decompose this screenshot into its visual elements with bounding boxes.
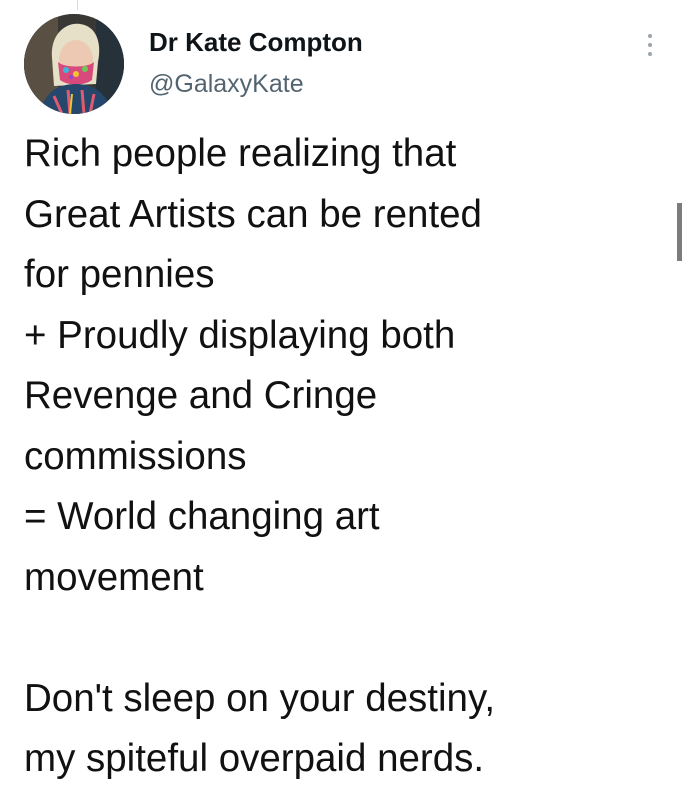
- tweet-author: Dr Kate Compton @GalaxyKate: [149, 26, 363, 99]
- author-display-name[interactable]: Dr Kate Compton: [149, 26, 363, 58]
- scroll-indicator[interactable]: [677, 203, 682, 261]
- more-options-icon: [648, 52, 652, 56]
- tweet-text-line: my spiteful overpaid nerds.: [24, 737, 485, 780]
- profile-photo-avatar: [24, 14, 124, 114]
- more-options-button[interactable]: [640, 30, 660, 60]
- tweet-text-line: Don't sleep on your destiny,: [24, 676, 496, 720]
- tweet-text-line: Revenge and Cringe: [24, 374, 378, 417]
- tweet-text-line: for pennies: [24, 253, 215, 296]
- tweet-text-line: Great Artists can be rented: [24, 192, 482, 236]
- tweet-text-blank-line: [24, 608, 654, 669]
- tweet: Dr Kate Compton @GalaxyKate Rich people …: [0, 0, 686, 800]
- tweet-text-line: movement: [24, 555, 204, 599]
- author-avatar[interactable]: [24, 14, 124, 114]
- more-options-icon: [648, 43, 652, 47]
- tweet-text-line: = World changing art: [24, 495, 380, 538]
- more-options-icon: [648, 34, 652, 38]
- thread-connector-line: [77, 0, 78, 10]
- tweet-text: Rich people realizing that Great Artists…: [24, 124, 654, 790]
- author-handle[interactable]: @GalaxyKate: [149, 69, 363, 99]
- tweet-text-line: commissions: [24, 434, 247, 478]
- tweet-text-line: + Proudly displaying both: [24, 313, 456, 357]
- tweet-text-line: Rich people realizing that: [24, 132, 457, 175]
